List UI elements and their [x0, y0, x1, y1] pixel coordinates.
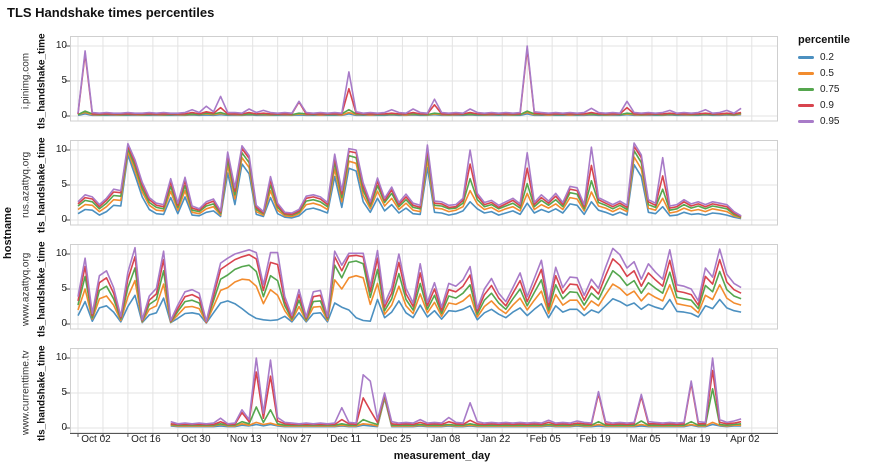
y-tick-label: 5 — [61, 387, 67, 398]
x-tick-label: Feb 05 — [530, 434, 561, 445]
facet-row: i.pinimg.com tls_handshake_time 10 5 0 — [18, 36, 778, 126]
facet-hostname-label: www.azattyq.org — [18, 244, 34, 334]
y-tick-label: 10 — [56, 144, 67, 155]
y-tick-label: 5 — [61, 283, 67, 294]
y-tick-label: 10 — [56, 40, 67, 51]
y-axis-title: tls_handshake_time — [34, 36, 50, 126]
x-tick-label: Jan 22 — [480, 434, 510, 445]
x-tick-label: Jan 08 — [430, 434, 460, 445]
y-tick-label: 10 — [56, 248, 67, 259]
series-line-p0.95 — [171, 358, 741, 424]
facet-grid: i.pinimg.com tls_handshake_time 10 5 0 rus… — [18, 36, 778, 452]
legend-label: 0.2 — [820, 52, 834, 63]
x-tick-label: Nov 13 — [230, 434, 262, 445]
x-axis-title: measurement_day — [88, 450, 796, 462]
facet-row: www.azattyq.org tls_handshake_time 10 5 0 — [18, 244, 778, 334]
x-tick-label: Apr 02 — [730, 434, 759, 445]
legend-line-swatch-icon — [798, 88, 814, 91]
y-axis-title: tls_handshake_time — [34, 348, 50, 438]
legend-label: 0.5 — [820, 68, 834, 79]
x-tick-label: Mar 05 — [629, 434, 660, 445]
legend-label: 0.75 — [820, 84, 839, 95]
facet-hostname-label: rus.azattyq.org — [18, 140, 34, 230]
legend-entry: 0.2 — [798, 52, 868, 63]
y-axis-title: tls_handshake_time — [34, 140, 50, 230]
y-axis-title: tls_handshake_time — [34, 244, 50, 334]
y-axis-tick-labels: 10 5 0 — [50, 140, 70, 230]
x-tick-label: Oct 30 — [181, 434, 210, 445]
series-line-p0.9 — [171, 371, 741, 425]
y-tick-label: 0 — [61, 318, 67, 329]
x-tick-label: Oct 16 — [131, 434, 160, 445]
x-tick-label: Dec 11 — [330, 434, 361, 445]
legend-line-swatch-icon — [798, 120, 814, 123]
legend-entry: 0.5 — [798, 68, 868, 79]
tls-handshake-percentiles-chart: TLS Handshake times percentiles hostname… — [0, 0, 871, 467]
x-tick-label: Feb 19 — [580, 434, 611, 445]
facet-plot — [70, 36, 778, 126]
y-tick-label: 5 — [61, 75, 67, 86]
legend-entry: 0.9 — [798, 100, 868, 111]
y-axis-tick-labels: 10 5 0 — [50, 244, 70, 334]
legend-line-swatch-icon — [798, 72, 814, 75]
legend-entry: 0.95 — [798, 116, 868, 127]
x-tick-label: Nov 27 — [280, 434, 312, 445]
facet-hostname-label: i.pinimg.com — [18, 36, 34, 126]
legend-label: 0.9 — [820, 100, 834, 111]
y-tick-label: 5 — [61, 179, 67, 190]
row-facet-axis-label: hostname — [0, 36, 16, 430]
x-tick-label: Mar 19 — [679, 434, 710, 445]
x-axis-tick-labels: Oct 02Oct 16Oct 30Nov 13Nov 27Dec 11Dec … — [88, 434, 796, 448]
y-axis-tick-labels: 10 5 0 — [50, 348, 70, 438]
x-tick-label: Oct 02 — [81, 434, 110, 445]
facet-plot — [70, 348, 778, 438]
y-axis-tick-labels: 10 5 0 — [50, 36, 70, 126]
legend: percentile 0.2 0.5 0.75 0.9 0.95 — [798, 34, 868, 132]
legend-line-swatch-icon — [798, 104, 814, 107]
y-tick-label: 0 — [61, 214, 67, 225]
facet-plot — [70, 140, 778, 230]
facet-hostname-label: www.currenttime.tv — [18, 348, 34, 438]
y-tick-label: 10 — [56, 352, 67, 363]
chart-title: TLS Handshake times percentiles — [7, 5, 214, 20]
legend-line-swatch-icon — [798, 56, 814, 59]
x-tick-label: Dec 25 — [380, 434, 412, 445]
facet-row: rus.azattyq.org tls_handshake_time 10 5 0 — [18, 140, 778, 230]
y-tick-label: 0 — [61, 110, 67, 121]
facet-plot — [70, 244, 778, 334]
legend-label: 0.95 — [820, 116, 839, 127]
legend-entry: 0.75 — [798, 84, 868, 95]
y-tick-label: 0 — [61, 422, 67, 433]
legend-title: percentile — [798, 34, 868, 46]
series-line-p0.75 — [171, 389, 741, 425]
facet-row: www.currenttime.tv tls_handshake_time 10… — [18, 348, 778, 438]
